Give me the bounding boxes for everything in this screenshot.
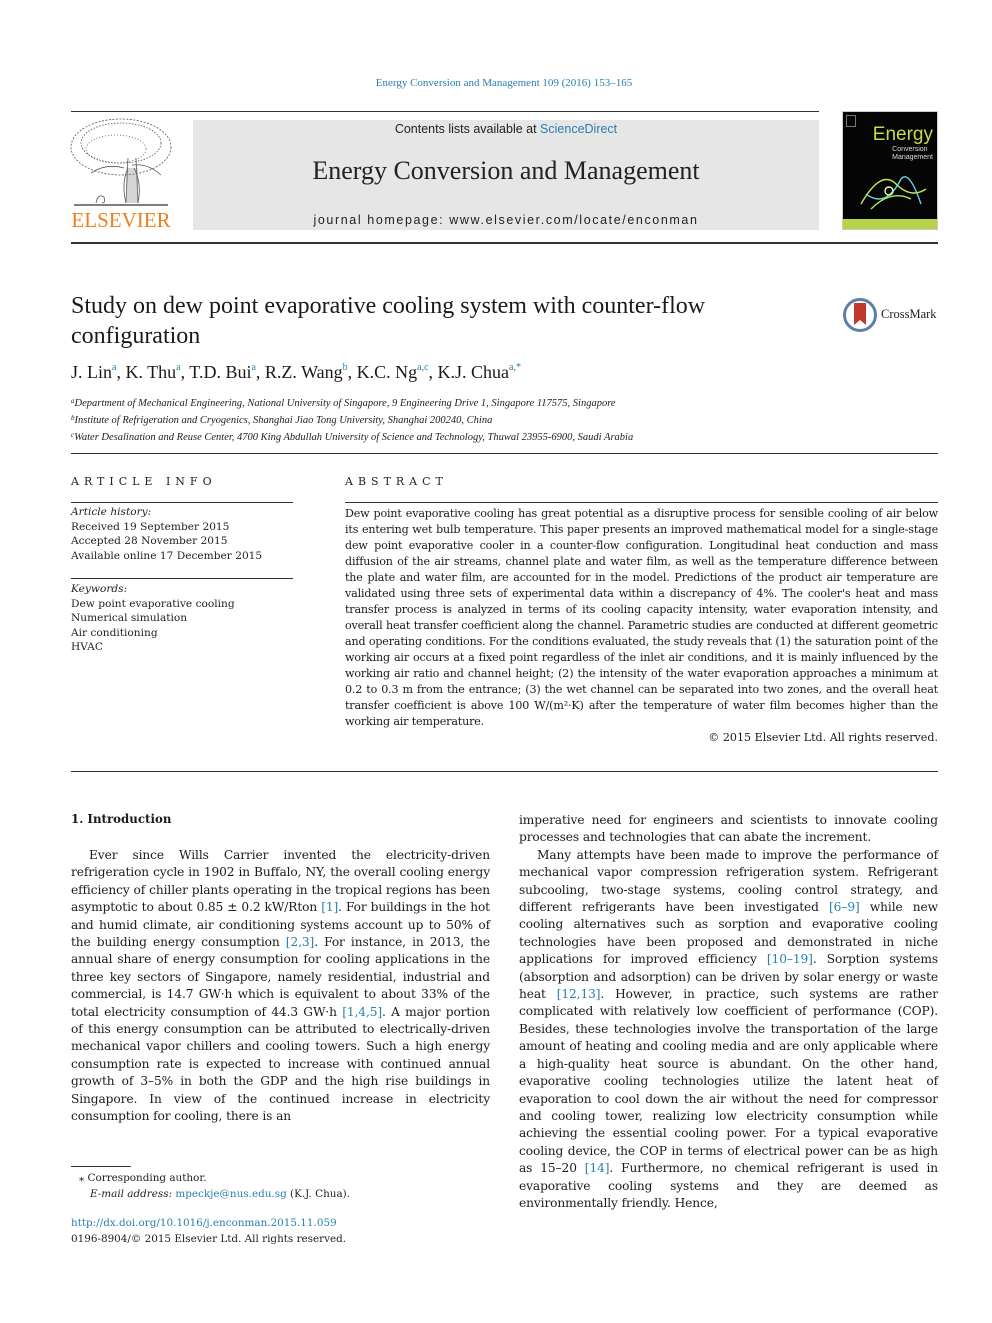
cover-title: Energy [872, 124, 933, 145]
tree-icon [70, 118, 172, 206]
contents-prefix: Contents lists available at [394, 122, 541, 136]
text-run: . A major portion of this energy consump… [71, 1004, 490, 1124]
footnote: ⁎ Corresponding author. E-mail address: … [79, 1170, 350, 1202]
keyword: HVAC [71, 641, 103, 654]
contents-line: Contents lists available at ScienceDirec… [193, 122, 819, 136]
text-run: . However, in practice, such systems are… [519, 987, 938, 1176]
keyword: Air conditioning [71, 626, 158, 639]
sciencedirect-link[interactable]: ScienceDirect [540, 122, 617, 136]
cover-subtitle: Conversion Management [892, 146, 933, 162]
citation-link[interactable]: [12,13] [557, 987, 601, 1001]
keyword: Dew point evaporative cooling [71, 597, 235, 610]
crossmark-button[interactable]: CrossMark [843, 297, 943, 335]
affiliation-list: aDepartment of Mechanical Engineering, N… [71, 394, 633, 445]
history-label: Article history: [71, 506, 152, 518]
citation-link[interactable]: [10–19] [767, 952, 813, 966]
affiliation-marker[interactable]: a [176, 362, 180, 373]
citation-link[interactable]: [1,4,5] [342, 1005, 382, 1019]
history-item: Received 19 September 2015 [71, 520, 230, 533]
citation-link[interactable]: [6–9] [829, 900, 860, 914]
intro-left-column: Ever since Wills Carrier invented the el… [71, 847, 490, 1126]
author-name[interactable]: K. Thu [125, 362, 176, 382]
cover-subtitle-line: Management [892, 154, 933, 161]
keyword: Numerical simulation [71, 612, 188, 625]
email-suffix: (K.J. Chua). [286, 1188, 351, 1200]
divider [71, 453, 938, 454]
elsevier-logo[interactable]: ELSEVIER [66, 113, 176, 233]
journal-cover-image[interactable]: Energy Conversion Management [842, 111, 938, 230]
article-info-heading: ARTICLE INFO [71, 475, 217, 488]
affiliation-marker[interactable]: a,* [509, 362, 521, 373]
crossmark-icon [843, 298, 877, 332]
cover-subtitle-line: Conversion [892, 146, 928, 153]
author-name[interactable]: T.D. Bui [189, 362, 251, 382]
affiliation-text: Department of Mechanical Engineering, Na… [74, 398, 616, 409]
abstract-heading: ABSTRACT [345, 475, 448, 488]
citation-link[interactable]: [2,3] [286, 935, 315, 949]
paragraph: Many attempts have been made to improve … [519, 847, 938, 1213]
citation-link[interactable]: [1] [321, 900, 338, 914]
article-history: Article history: Received 19 September 2… [71, 505, 262, 563]
author-name[interactable]: J. Lin [71, 362, 112, 382]
abstract-copyright: © 2015 Elsevier Ltd. All rights reserved… [708, 731, 938, 744]
history-item: Available online 17 December 2015 [71, 549, 263, 562]
email-link[interactable]: mpeckje@nus.edu.sg [175, 1188, 286, 1200]
doi-link[interactable]: http://dx.doi.org/10.1016/j.enconman.201… [71, 1217, 337, 1229]
affiliation-marker[interactable]: b [343, 362, 348, 373]
divider [71, 242, 938, 244]
crossmark-label: CrossMark [881, 307, 937, 321]
doi-block: http://dx.doi.org/10.1016/j.enconman.201… [71, 1216, 346, 1247]
paragraph: imperative need for engineers and scient… [519, 813, 938, 845]
affiliation: aDepartment of Mechanical Engineering, N… [71, 394, 633, 411]
abstract-text: Dew point evaporative cooling has great … [345, 507, 938, 728]
cover-band [843, 219, 937, 229]
divider [71, 111, 819, 112]
affiliation-marker[interactable]: a,c [417, 362, 428, 373]
history-item: Accepted 28 November 2015 [71, 535, 228, 548]
affiliation-text: Water Desalination and Reuse Center, 470… [74, 432, 634, 443]
article-title: Study on dew point evaporative cooling s… [71, 293, 706, 349]
cover-art-icon [860, 176, 927, 210]
author-name[interactable]: K.J. Chua [438, 362, 510, 382]
affiliation: bInstitute of Refrigeration and Cryogeni… [71, 411, 633, 428]
intro-right-column: imperative need for engineers and scient… [519, 812, 938, 1212]
journal-citation-link[interactable]: Energy Conversion and Management 109 (20… [0, 77, 992, 89]
section-heading: 1. Introduction [71, 812, 172, 826]
email-label: E-mail address: [90, 1188, 173, 1200]
keywords: Keywords: Dew point evaporative cooling … [71, 582, 235, 655]
issn-line: 0196-8904/© 2015 Elsevier Ltd. All right… [71, 1232, 347, 1245]
journal-homepage-link[interactable]: journal homepage: www.elsevier.com/locat… [193, 213, 819, 227]
footnote-marker: ⁎ [79, 1172, 85, 1184]
author-name[interactable]: K.C. Ng [357, 362, 418, 382]
affiliation-marker[interactable]: a [251, 362, 255, 373]
divider [71, 502, 293, 503]
elsevier-wordmark: ELSEVIER [71, 208, 171, 232]
author-list: J. Lina, K. Thua, T.D. Buia, R.Z. Wangb,… [71, 362, 521, 382]
author-name[interactable]: R.Z. Wang [265, 362, 343, 382]
divider [71, 771, 938, 772]
publisher-mini-logo-icon [846, 115, 856, 127]
affiliation-marker[interactable]: a [112, 362, 116, 373]
citation-link[interactable]: [14] [585, 1161, 610, 1175]
footnote-divider [71, 1166, 131, 1167]
affiliation: cWater Desalination and Reuse Center, 47… [71, 428, 633, 445]
corresponding-author-label: Corresponding author. [87, 1172, 207, 1184]
affiliation-text: Institute of Refrigeration and Cryogenic… [74, 415, 493, 426]
divider [345, 502, 938, 503]
keywords-label: Keywords: [71, 583, 128, 595]
journal-title: Energy Conversion and Management [312, 156, 700, 185]
journal-masthead: Contents lists available at ScienceDirec… [193, 120, 819, 230]
divider [71, 578, 293, 579]
